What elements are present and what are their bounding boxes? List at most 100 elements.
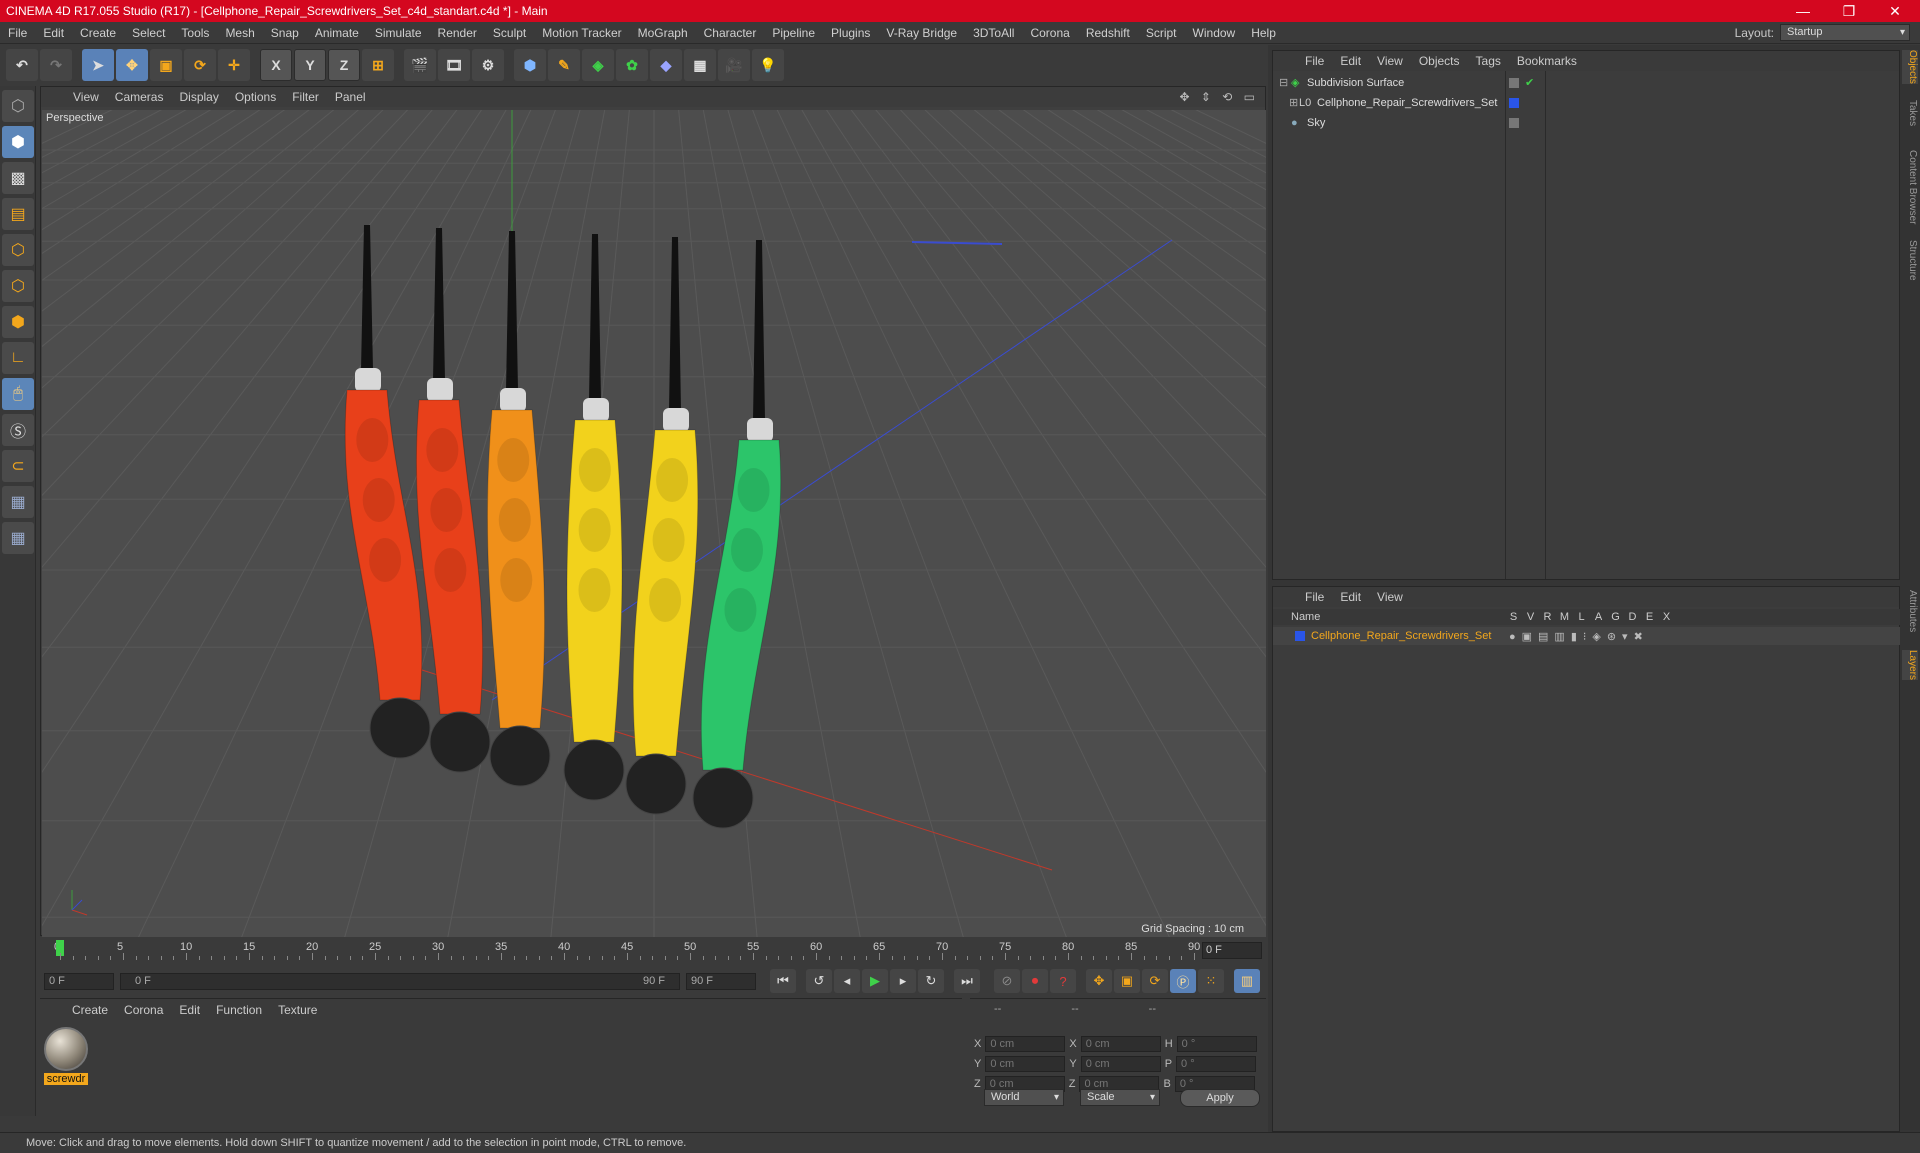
motion-record-icon[interactable]: ⊘: [994, 969, 1020, 993]
undo-icon[interactable]: ↶: [6, 49, 38, 81]
menu-character[interactable]: Character: [696, 26, 765, 40]
size-field[interactable]: 0 cm: [1080, 1056, 1161, 1072]
apply-button[interactable]: Apply: [1180, 1089, 1260, 1107]
axis-y-button[interactable]: Y: [294, 49, 326, 81]
cube-primitive-icon[interactable]: ⬢: [514, 49, 546, 81]
key-pla-icon[interactable]: ⁙: [1198, 969, 1224, 993]
position-field[interactable]: 0 cm: [985, 1056, 1066, 1072]
object-row-screwdrivers[interactable]: ⊞ L0 Cellphone_Repair_Screwdrivers_Set: [1273, 93, 1901, 112]
end-frame-field[interactable]: 90 F: [686, 972, 756, 990]
maximize-button[interactable]: ❐: [1826, 0, 1872, 22]
record-active-objects-icon[interactable]: ⏺: [1022, 969, 1048, 993]
layer-menu-edit[interactable]: Edit: [1332, 590, 1369, 604]
live-selection-icon[interactable]: ✛: [218, 49, 250, 81]
material-menu-edit[interactable]: Edit: [171, 1003, 208, 1017]
viewport-nav-controls[interactable]: ✥ ⇕ ⟲ ▭: [1179, 90, 1259, 104]
layer-col-a[interactable]: A: [1590, 611, 1607, 623]
menu-tools[interactable]: Tools: [173, 26, 217, 40]
object-menu-bookmarks[interactable]: Bookmarks: [1509, 54, 1585, 68]
solo-icon[interactable]: Ⓢ: [2, 414, 34, 446]
snap-magnet-icon[interactable]: ⊂: [2, 450, 34, 482]
menu-plugins[interactable]: Plugins: [823, 26, 878, 40]
next-key-icon[interactable]: ↻: [918, 969, 944, 993]
collapse-icon[interactable]: ⊟: [1279, 76, 1288, 89]
go-to-end-icon[interactable]: ⏭: [954, 969, 980, 993]
layer-color-icon[interactable]: [1295, 631, 1305, 641]
scale-tool-icon[interactable]: ▣: [150, 49, 182, 81]
expand-icon[interactable]: ⊞: [1289, 96, 1298, 109]
layer-col-e[interactable]: E: [1641, 611, 1658, 623]
timeline-window-icon[interactable]: ▥: [1234, 969, 1260, 993]
coord-mode-dropdown[interactable]: Scale: [1080, 1089, 1160, 1106]
material-swatch[interactable]: screwdr: [44, 1027, 88, 1087]
object-menu-view[interactable]: View: [1369, 54, 1411, 68]
points-mode-icon[interactable]: ⬡: [2, 234, 34, 266]
object-row-subdivision[interactable]: ⊟ ◈ Subdivision Surface ✔: [1273, 73, 1901, 92]
menu-corona[interactable]: Corona: [1022, 26, 1077, 40]
render-view-icon[interactable]: 🎬: [404, 49, 436, 81]
menu-edit[interactable]: Edit: [35, 26, 72, 40]
spline-pen-icon[interactable]: ✎: [548, 49, 580, 81]
side-tab-attributes[interactable]: Attributes: [1902, 590, 1918, 632]
viewport-menu-filter[interactable]: Filter: [284, 90, 327, 104]
redo-icon[interactable]: ↷: [40, 49, 72, 81]
layer-menu-file[interactable]: File: [1297, 590, 1332, 604]
layer-col-m[interactable]: M: [1556, 611, 1573, 623]
axis-mode-icon[interactable]: ∟: [2, 342, 34, 374]
previous-frame-icon[interactable]: ◂: [834, 969, 860, 993]
autokeying-icon[interactable]: ?: [1050, 969, 1076, 993]
side-tab-takes[interactable]: Takes: [1902, 100, 1918, 126]
axis-x-button[interactable]: X: [260, 49, 292, 81]
frame-range-slider[interactable]: 0 F 90 F: [120, 972, 680, 990]
layer-col-g[interactable]: G: [1607, 611, 1624, 623]
material-menu-corona[interactable]: Corona: [116, 1003, 171, 1017]
timeline[interactable]: 051015202530354045505560657075808590 0 F: [40, 938, 1266, 962]
layer-col-x[interactable]: X: [1658, 611, 1675, 623]
play-forward-icon[interactable]: ▶: [862, 969, 888, 993]
menu-redshift[interactable]: Redshift: [1078, 26, 1138, 40]
object-menu-tags[interactable]: Tags: [1468, 54, 1509, 68]
locked-workplane-icon[interactable]: ▦: [2, 486, 34, 518]
layer-col-s[interactable]: S: [1505, 611, 1522, 623]
subdivision-surface-icon[interactable]: ◈: [582, 49, 614, 81]
floor-icon[interactable]: ▦: [684, 49, 716, 81]
camera-icon[interactable]: 🎥: [718, 49, 750, 81]
light-icon[interactable]: 💡: [752, 49, 784, 81]
material-menu-create[interactable]: Create: [64, 1003, 116, 1017]
key-parameter-icon[interactable]: Ⓟ: [1170, 969, 1196, 993]
menu-render[interactable]: Render: [430, 26, 485, 40]
current-frame-field[interactable]: 0 F: [1202, 942, 1262, 959]
select-arrow-icon[interactable]: ➤: [82, 49, 114, 81]
material-menu-texture[interactable]: Texture: [270, 1003, 325, 1017]
material-menu-function[interactable]: Function: [208, 1003, 270, 1017]
workplane-icon[interactable]: ▤: [2, 198, 34, 230]
menu-pipeline[interactable]: Pipeline: [764, 26, 823, 40]
menu-snap[interactable]: Snap: [263, 26, 307, 40]
object-row-sky[interactable]: ● Sky: [1273, 113, 1901, 132]
side-tab-layers[interactable]: Layers: [1902, 650, 1918, 681]
polygons-mode-icon[interactable]: ⬢: [2, 306, 34, 338]
coord-system-dropdown[interactable]: World: [984, 1089, 1064, 1106]
viewport-menu-options[interactable]: Options: [227, 90, 284, 104]
array-generator-icon[interactable]: ✿: [616, 49, 648, 81]
editor-visibility-icon[interactable]: [1509, 117, 1519, 128]
layer-color-icon[interactable]: [1509, 97, 1519, 108]
viewport-menu-display[interactable]: Display: [171, 90, 226, 104]
go-to-start-icon[interactable]: ⏮: [770, 969, 796, 993]
enabled-check-icon[interactable]: ✔: [1525, 76, 1534, 89]
render-picture-viewer-icon[interactable]: 🎞: [438, 49, 470, 81]
edges-mode-icon[interactable]: ⬡: [2, 270, 34, 302]
menu-select[interactable]: Select: [124, 26, 173, 40]
object-menu-edit[interactable]: Edit: [1332, 54, 1369, 68]
make-editable-icon[interactable]: ⬡: [2, 90, 34, 122]
start-frame-field[interactable]: 0 F: [44, 972, 114, 990]
axis-z-button[interactable]: Z: [328, 49, 360, 81]
menu-script[interactable]: Script: [1138, 26, 1185, 40]
key-scale-icon[interactable]: ▣: [1114, 969, 1140, 993]
viewport-menu-panel[interactable]: Panel: [327, 90, 374, 104]
layout-dropdown[interactable]: Startup: [1780, 24, 1910, 41]
previous-key-icon[interactable]: ↺: [806, 969, 832, 993]
menu-3dtoall[interactable]: 3DToAll: [965, 26, 1022, 40]
viewport-menu-view[interactable]: View: [65, 90, 107, 104]
object-menu-objects[interactable]: Objects: [1411, 54, 1468, 68]
